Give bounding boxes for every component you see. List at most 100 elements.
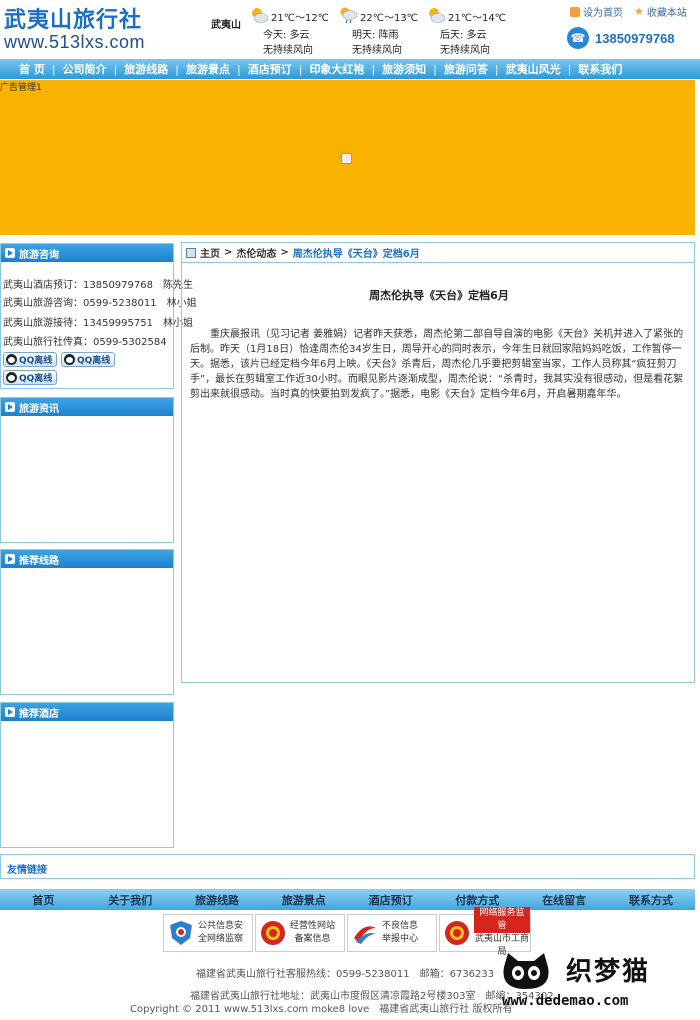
badge-line: 公共信息安 [198, 921, 244, 931]
weather-desc: 明天: 阵雨 [352, 30, 399, 41]
home-icon [570, 6, 580, 17]
hotline: ☎ 13850979768 [567, 27, 675, 49]
badge-report[interactable]: 不良信息 举报中心 [347, 914, 437, 952]
nav-contact[interactable]: 联系我们 [571, 61, 629, 77]
report-swoosh-icon [354, 926, 376, 944]
bookmark-label: 收藏本站 [646, 8, 687, 19]
badge-police[interactable]: 公共信息安 全网络监察 [163, 914, 253, 952]
badge-icp-text: 经营性网站 备案信息 [290, 920, 335, 946]
weather-wind: 无持续风向 [352, 45, 402, 56]
footer-nav-contact[interactable]: 联系方式 [608, 892, 695, 908]
cat-logo-icon [503, 953, 549, 989]
weather-wind: 无持续风向 [440, 45, 490, 56]
sidebar-news: 旅游资讯 [0, 397, 174, 543]
sidebar-news-title: 旅游资讯 [19, 403, 59, 415]
sidebar-hotels-header: 推荐酒店 [1, 703, 173, 721]
badge-police-text: 公共信息安 全网络监察 [198, 920, 243, 946]
nav-notice[interactable]: 旅游须知 [375, 61, 433, 77]
hotline-number: 13850979768 [595, 30, 675, 46]
qq-button[interactable]: QQ离线 [3, 352, 57, 367]
qq-icon [6, 372, 17, 383]
weather-desc: 后天: 多云 [440, 30, 487, 41]
friend-links-title: 友情链接 [7, 865, 47, 876]
footer-nav-scenic[interactable]: 旅游景点 [260, 892, 347, 908]
contact-fax: 武夷山旅行社传真：0599-5302584 [3, 337, 167, 348]
arrow-icon [5, 707, 15, 717]
qq-button[interactable]: QQ离线 [3, 370, 57, 385]
qq-icon [64, 354, 75, 365]
qq-icon [6, 354, 17, 365]
badge-line: 网络服务监管 [474, 907, 530, 933]
watermark: 织梦猫 www.dedemao.com [492, 945, 700, 1020]
footer-nav-about[interactable]: 关于我们 [87, 892, 174, 908]
nav-scenery[interactable]: 武夷山风光 [499, 61, 568, 77]
sidebar-consult: 旅游咨询 武夷山酒店预订：13850979768 陈先生 武夷山旅游咨询：059… [0, 243, 197, 389]
footer-nav-home[interactable]: 首页 [0, 892, 87, 908]
weather-temp: 22℃～13℃ [360, 13, 418, 24]
phone-icon: ☎ [567, 27, 589, 49]
sidebar-routes-header: 推荐线路 [1, 550, 173, 568]
breadcrumb-home[interactable]: 主页 [200, 245, 220, 260]
contact-reception: 武夷山旅游接待：13459995751 林小姐 [3, 318, 193, 329]
article-title: 周杰伦执导《天台》定档6月 [369, 289, 509, 302]
badge-line: 全网络监察 [198, 934, 244, 944]
red-emblem-icon [445, 921, 469, 945]
arrow-icon [5, 402, 15, 412]
police-shield-icon [170, 921, 192, 945]
footer-hotline: 福建省武夷山旅行社客服热线：0599-5238011 邮箱：6736233 [196, 969, 495, 980]
nav-routes[interactable]: 旅游线路 [117, 61, 175, 77]
set-home-label: 设为首页 [583, 8, 623, 19]
footer-nav-hotel[interactable]: 酒店预订 [347, 892, 434, 908]
cloudy-sun-icon [252, 8, 269, 23]
badge-line: 不良信息 [382, 921, 419, 931]
banner-ad[interactable]: 广告管理1 [0, 80, 695, 235]
nav-home[interactable]: 首 页 [12, 61, 52, 77]
nav-scenic[interactable]: 旅游景点 [179, 61, 237, 77]
watermark-url: www.dedemao.com [502, 993, 629, 1009]
breadcrumb-category[interactable]: 杰伦动态 [236, 245, 276, 260]
breadcrumb: 主页 > 杰伦动态 > 周杰伦执导《天台》定档6月 [182, 243, 694, 263]
nav-about[interactable]: 公司简介 [56, 61, 114, 77]
weather-wind: 无持续风向 [263, 45, 313, 56]
sidebar-consult-title: 旅游咨询 [19, 249, 59, 261]
footer-nav-message[interactable]: 在线留言 [521, 892, 608, 908]
nav-faq[interactable]: 旅游问答 [437, 61, 495, 77]
weather-tomorrow: 22℃～13℃ 明天: 阵雨 无持续风向 [338, 6, 426, 56]
sidebar-routes: 推荐线路 [0, 549, 174, 695]
broken-image-icon [341, 153, 352, 164]
breadcrumb-current[interactable]: 周杰伦执导《天台》定档6月 [293, 245, 420, 260]
site-logo[interactable]: 武夷山旅行社 [4, 2, 142, 34]
weather-desc: 今天: 多云 [263, 30, 310, 41]
bookmark-link[interactable]: ★ 收藏本站 [634, 4, 687, 19]
qq-label: QQ离线 [19, 374, 53, 384]
set-home-link[interactable]: 设为首页 [570, 4, 623, 19]
weather-city: 武夷山 [211, 20, 241, 31]
article-panel: 主页 > 杰伦动态 > 周杰伦执导《天台》定档6月 周杰伦执导《天台》定档6月 … [181, 242, 695, 683]
article-body: 重庆晨报讯（见习记者 姜雅娟）记者昨天获悉，周杰伦第二部自导自演的电影《天台》关… [190, 329, 684, 400]
breadcrumb-separator: > [224, 247, 233, 258]
footer-copyright: Copyright © 2011 www.513lxs.com moke8 lo… [130, 1004, 513, 1015]
banner-label: 广告管理1 [0, 83, 42, 93]
star-icon: ★ [634, 5, 644, 18]
badge-icp[interactable]: 经营性网站 备案信息 [255, 914, 345, 952]
site-url: www.513lxs.com [4, 32, 146, 52]
arrow-icon [5, 248, 15, 258]
sidebar-hotels: 推荐酒店 [0, 702, 174, 848]
red-emblem-icon [261, 921, 285, 945]
sidebar-consult-header: 旅游咨询 [1, 244, 173, 262]
badge-line: 备案信息 [294, 934, 331, 944]
sidebar-routes-title: 推荐线路 [19, 555, 59, 567]
contact-hotel: 武夷山酒店预订：13850979768 陈先生 [3, 280, 193, 291]
badge-line: 举报中心 [382, 934, 419, 944]
breadcrumb-separator: > [280, 247, 289, 258]
friend-links: 友情链接 [0, 854, 695, 879]
footer-nav-payment[interactable]: 付款方式 [434, 892, 521, 908]
weather-temp: 21℃～12℃ [271, 13, 329, 24]
main-nav: 首 页 | 公司简介 | 旅游线路 | 旅游景点 | 酒店预订 | 印象大红袍 | 旅游须知… [0, 59, 700, 79]
footer-nav-routes[interactable]: 旅游线路 [174, 892, 261, 908]
sidebar-hotels-title: 推荐酒店 [19, 708, 59, 720]
nav-hotel[interactable]: 酒店预订 [241, 61, 299, 77]
qq-button[interactable]: QQ离线 [61, 352, 115, 367]
badge-line: 经营性网站 [290, 921, 336, 931]
nav-dahongpao[interactable]: 印象大红袍 [302, 61, 371, 77]
